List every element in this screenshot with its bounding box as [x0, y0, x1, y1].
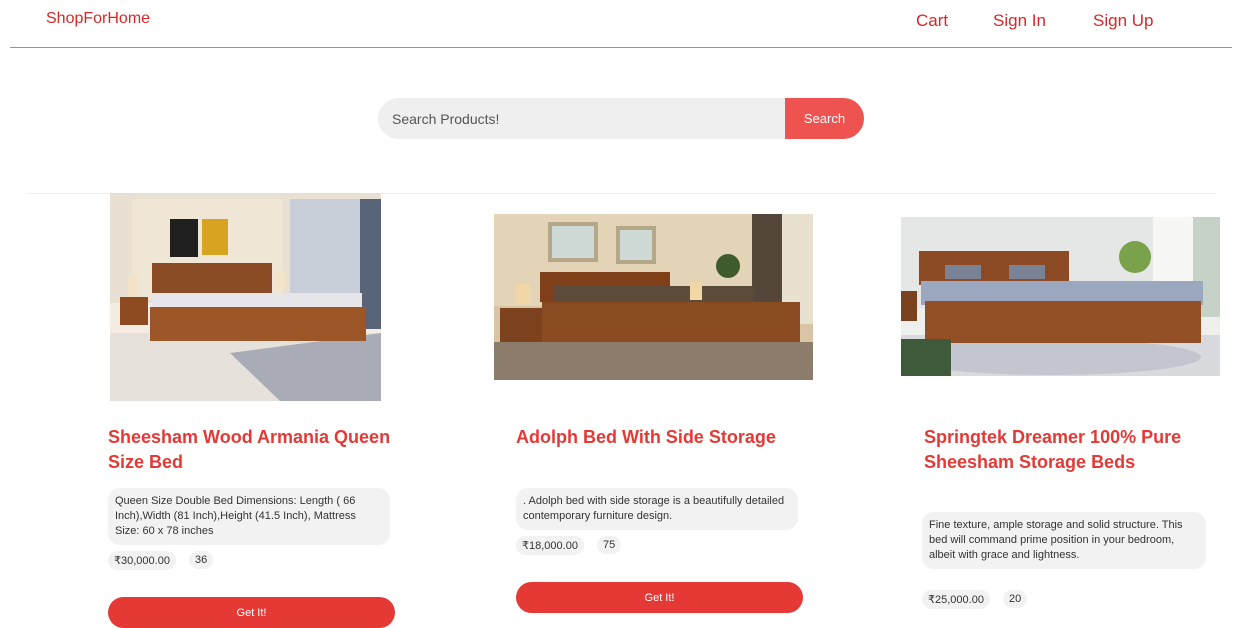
product-stock: 20: [1003, 590, 1028, 608]
product-title[interactable]: Adolph Bed With Side Storage: [516, 425, 806, 450]
product-image[interactable]: [110, 193, 381, 401]
nav-link-sign-up[interactable]: Sign Up: [1093, 11, 1153, 31]
product-price: ₹25,000.00: [922, 590, 990, 609]
product-price: ₹30,000.00: [108, 551, 176, 570]
get-it-button[interactable]: Get It!: [516, 582, 803, 613]
nav-link-sign-in[interactable]: Sign In: [993, 11, 1046, 31]
search-bar: Search: [378, 98, 864, 139]
product-price: ₹18,000.00: [516, 536, 584, 555]
product-description: . Adolph bed with side storage is a beau…: [516, 488, 798, 530]
navbar-divider: [10, 47, 1232, 48]
search-input[interactable]: [378, 98, 790, 139]
nav-link-cart[interactable]: Cart: [916, 11, 948, 31]
product-image[interactable]: [494, 214, 813, 380]
product-title[interactable]: Springtek Dreamer 100% Pure Sheesham Sto…: [924, 425, 1204, 475]
product-stock: 36: [189, 551, 214, 569]
navbar: ShopForHome Cart Sign In Sign Up: [0, 0, 1236, 48]
brand-logo[interactable]: ShopForHome: [46, 10, 150, 28]
product-description: Fine texture, ample storage and solid st…: [922, 512, 1206, 569]
product-image[interactable]: [901, 217, 1220, 376]
search-button[interactable]: Search: [785, 98, 864, 139]
product-stock: 75: [597, 536, 622, 554]
get-it-button[interactable]: Get It!: [108, 597, 395, 628]
product-title[interactable]: Sheesham Wood Armania Queen Size Bed: [108, 425, 398, 475]
product-description: Queen Size Double Bed Dimensions: Length…: [108, 488, 390, 545]
